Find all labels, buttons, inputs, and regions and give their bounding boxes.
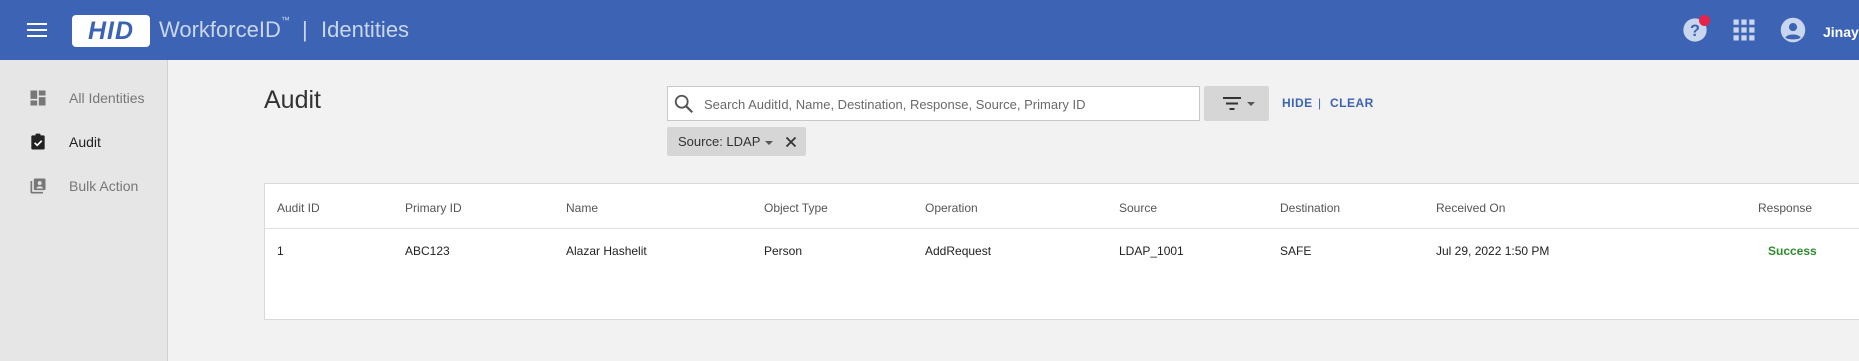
clipboard-check-icon: [31, 133, 45, 150]
username[interactable]: Jinay: [1823, 24, 1859, 40]
column-header[interactable]: Source: [1119, 201, 1157, 215]
column-header[interactable]: Operation: [925, 201, 978, 215]
account-circle-icon[interactable]: [1779, 16, 1807, 44]
action-separator: |: [1318, 96, 1322, 110]
search-box[interactable]: [667, 86, 1200, 121]
filter-chip-label[interactable]: Source: LDAP: [678, 134, 760, 149]
trademark-symbol: ™: [280, 15, 290, 25]
filter-list-icon: [1223, 97, 1241, 110]
hide-button[interactable]: HIDE: [1282, 96, 1313, 110]
filter-chip-source[interactable]: Source: LDAP: [667, 127, 806, 156]
search-icon: [674, 94, 694, 114]
contacts-icon: [30, 178, 46, 194]
cell-source: LDAP_1001: [1119, 244, 1184, 258]
sidebar-item-label: Audit: [69, 134, 101, 150]
sidebar: All Identities Audit Bulk Action: [0, 60, 168, 361]
page-title: Audit: [264, 86, 321, 114]
column-header[interactable]: Primary ID: [405, 201, 462, 215]
close-icon[interactable]: [784, 135, 798, 149]
section-title: Identities: [321, 17, 410, 42]
cell-destination: SAFE: [1280, 244, 1312, 258]
audit-table: Audit ID Primary ID Name Object Type Ope…: [264, 183, 1859, 320]
sidebar-item-label: Bulk Action: [69, 178, 139, 194]
sidebar-item-bulk-action[interactable]: Bulk Action: [0, 166, 167, 206]
clear-button[interactable]: CLEAR: [1330, 96, 1374, 110]
cell-name: Alazar Hashelit: [566, 244, 647, 258]
sidebar-item-all-identities[interactable]: All Identities: [0, 78, 167, 118]
cell-object-type: Person: [764, 244, 803, 258]
column-header[interactable]: Response: [1758, 201, 1812, 215]
dashboard-icon: [30, 90, 46, 106]
title-separator: |: [302, 17, 308, 42]
svg-text:?: ?: [1690, 22, 1700, 40]
apps-grid-icon[interactable]: [1730, 16, 1758, 44]
sidebar-item-label: All Identities: [69, 90, 145, 106]
table-header: Audit ID Primary ID Name Object Type Ope…: [265, 184, 1859, 229]
top-app-bar: HID WorkforceID™ | Identities ? Jinay: [0, 0, 1859, 60]
table-row[interactable]: 1 ABC123 Alazar Hashelit Person AddReque…: [265, 229, 1859, 269]
column-header[interactable]: Destination: [1280, 201, 1340, 215]
cell-operation: AddRequest: [925, 244, 992, 258]
cell-primary-id: ABC123: [405, 244, 450, 258]
column-header[interactable]: Name: [566, 201, 598, 215]
sidebar-item-audit[interactable]: Audit: [0, 122, 167, 162]
menu-icon[interactable]: [27, 23, 47, 37]
column-header[interactable]: Received On: [1436, 201, 1505, 215]
hid-logo: HID: [72, 15, 150, 47]
cell-received-on: Jul 29, 2022 1:50 PM: [1436, 244, 1550, 258]
product-name-text: WorkforceID: [159, 17, 281, 42]
filter-button[interactable]: [1204, 86, 1269, 121]
notification-badge: [1699, 15, 1710, 26]
search-input[interactable]: [702, 91, 1186, 117]
cell-audit-id: 1: [277, 244, 284, 258]
cell-response-status: Success: [1768, 244, 1817, 258]
product-name: WorkforceID™: [159, 15, 290, 43]
column-header[interactable]: Audit ID: [277, 201, 320, 215]
chevron-down-icon[interactable]: [765, 141, 773, 145]
chevron-down-icon: [1247, 102, 1255, 106]
column-header[interactable]: Object Type: [764, 201, 828, 215]
